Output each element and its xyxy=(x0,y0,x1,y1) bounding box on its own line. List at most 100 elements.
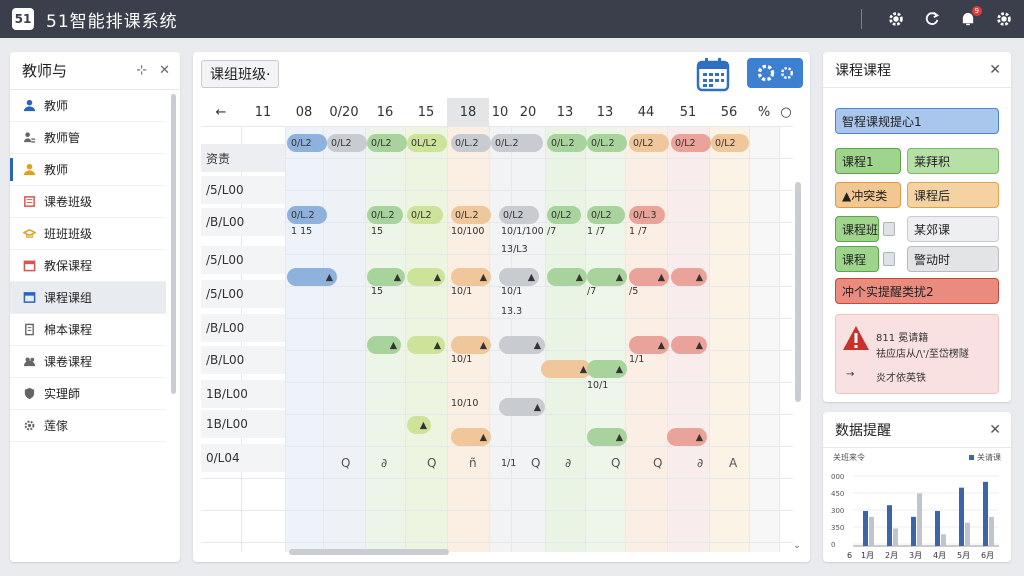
scrollbar[interactable] xyxy=(171,94,176,394)
course-chip[interactable]: ▲ xyxy=(499,398,545,416)
column-header[interactable]: 44 xyxy=(625,98,667,126)
course-chip[interactable]: ▲ xyxy=(587,428,627,446)
course-filter-button-0[interactable]: 智程课规提心1 xyxy=(835,108,999,134)
column-header[interactable]: 56 xyxy=(709,98,749,126)
column-header[interactable]: 08 xyxy=(285,98,323,126)
course-chip[interactable]: ▲ xyxy=(629,336,669,354)
column-header[interactable]: 15 xyxy=(405,98,447,126)
course-chip[interactable]: 0/L2 xyxy=(499,206,539,224)
course-chip[interactable]: ▲ xyxy=(499,268,539,286)
warning-line-3[interactable]: 炎才依英铁 xyxy=(876,369,926,384)
column-header[interactable]: 18 xyxy=(447,98,489,126)
course-chip[interactable]: ▲ xyxy=(587,268,627,286)
course-chip[interactable]: 0/L.2 xyxy=(491,134,543,152)
course-filter-button-6[interactable]: 某郊课 xyxy=(907,216,999,242)
column-header[interactable]: 11 xyxy=(241,98,285,126)
sidebar-item-9[interactable]: 实理師 xyxy=(10,378,166,410)
column-header[interactable]: 13 xyxy=(585,98,625,126)
settings-button[interactable] xyxy=(747,58,803,88)
column-header[interactable]: ← xyxy=(201,98,241,126)
refresh-icon[interactable] xyxy=(922,9,942,29)
course-chip[interactable]: ▲ xyxy=(671,336,707,354)
course-filter-button-5[interactable]: 课程班 xyxy=(835,216,879,242)
close-icon[interactable]: ✕ xyxy=(989,422,1001,438)
course-chip[interactable]: 0/L.2 xyxy=(587,134,627,152)
course-chip[interactable]: 0/L.2 xyxy=(547,134,587,152)
course-filter-button-7[interactable]: 课程 xyxy=(835,246,879,272)
grid-row-line xyxy=(201,286,793,287)
course-filter-button-4[interactable]: 课程后 xyxy=(907,182,999,208)
course-chip[interactable]: ▲ xyxy=(367,336,401,354)
bell-icon[interactable]: 9 xyxy=(958,6,982,29)
sidebar-item-2[interactable]: 教师 xyxy=(10,154,166,186)
course-chip[interactable]: ▲ xyxy=(407,336,445,354)
column-header[interactable]: ○ xyxy=(779,98,793,126)
course-chip[interactable]: 0/L2 xyxy=(327,134,367,152)
course-chip[interactable]: ▲ xyxy=(547,268,587,286)
course-chip[interactable]: 0/L.2 xyxy=(451,134,491,152)
column-header[interactable]: 20 xyxy=(511,98,545,126)
sidebar-item-5[interactable]: 教保课程 xyxy=(10,250,166,282)
course-chip[interactable]: 0/L.2 xyxy=(287,206,327,224)
course-chip[interactable]: 0/L.3 xyxy=(629,206,665,224)
course-chip[interactable]: 0/L2 xyxy=(671,134,711,152)
course-filter-button-1[interactable]: 课程1 xyxy=(835,148,901,174)
class-select[interactable]: 课组班级· xyxy=(201,60,280,88)
course-chip[interactable]: ▲ xyxy=(499,336,545,354)
column-header[interactable]: 10 xyxy=(489,98,511,126)
course-filter-button-9[interactable]: 冲个实提醒类扰2 xyxy=(835,278,999,304)
course-chip[interactable]: ▲ xyxy=(407,268,445,286)
vertical-scrollbar[interactable] xyxy=(795,182,801,402)
pin-icon[interactable]: ⊹ xyxy=(136,63,147,78)
course-chip[interactable]: ▲ xyxy=(451,428,491,446)
course-chip[interactable]: ▲ xyxy=(367,268,405,286)
warning-line-2: 祛应店从/\'/至岱楞隧 xyxy=(876,349,969,360)
sidebar-item-6[interactable]: 课程课组 xyxy=(10,282,166,314)
bottom-row-mark: Q xyxy=(341,456,351,470)
sidebar-item-1[interactable]: 教师管 xyxy=(10,122,166,154)
course-chip[interactable]: ▲ xyxy=(667,428,707,446)
course-chip[interactable]: 0/L2 xyxy=(587,206,625,224)
gear-icon xyxy=(22,419,36,433)
scroll-down-icon[interactable]: ⌄ xyxy=(793,540,801,551)
course-chip[interactable]: ▲ xyxy=(451,336,491,354)
course-chip[interactable]: ▲ xyxy=(587,360,627,378)
sidebar-item-10[interactable]: 莲傢 xyxy=(10,410,166,442)
course-chip[interactable]: 0/L2 xyxy=(629,134,669,152)
column-header[interactable]: 16 xyxy=(365,98,405,126)
horizontal-scrollbar[interactable] xyxy=(289,549,449,555)
course-chip[interactable]: 0/L2 xyxy=(547,206,581,224)
course-chip[interactable]: 0/L.2 xyxy=(367,206,403,224)
course-chip[interactable]: ▲ xyxy=(287,268,337,286)
course-chip[interactable]: ▲ xyxy=(629,268,669,286)
course-chip[interactable]: ▲ xyxy=(541,360,591,378)
calendar-icon[interactable] xyxy=(696,56,730,92)
course-chip[interactable]: 0/L2 xyxy=(407,206,443,224)
course-chip[interactable]: 0/L2 xyxy=(367,134,407,152)
sidebar-item-8[interactable]: 课卷课程 xyxy=(10,346,166,378)
close-icon[interactable]: ✕ xyxy=(159,63,170,78)
course-filter-button-3[interactable]: ▲冲突类 xyxy=(835,182,901,208)
column-header[interactable]: % xyxy=(749,98,779,126)
time-row-label: /5/L00 xyxy=(201,280,285,308)
column-header[interactable]: 51 xyxy=(667,98,709,126)
course-chip[interactable]: ▲ xyxy=(671,268,707,286)
course-filter-button-2[interactable]: 莱拜积 xyxy=(907,148,999,174)
course-chip[interactable]: 0/L2 xyxy=(287,134,327,152)
column-header[interactable]: 13 xyxy=(545,98,585,126)
gear-icon[interactable] xyxy=(994,9,1014,29)
course-chip[interactable]: ▲ xyxy=(407,416,431,434)
close-icon[interactable]: ✕ xyxy=(989,62,1001,78)
sidebar-item-7[interactable]: 棉本课程 xyxy=(10,314,166,346)
course-filter-button-8[interactable]: 警动时 xyxy=(907,246,999,272)
settings-gear-icon[interactable] xyxy=(886,9,906,29)
sidebar-item-4[interactable]: 班班班级 xyxy=(10,218,166,250)
course-chip[interactable]: 0L/L2 xyxy=(407,134,447,152)
column-header[interactable]: 0/20 xyxy=(323,98,365,126)
course-chip[interactable]: 0/L2 xyxy=(711,134,749,152)
cell-text: 15 xyxy=(371,286,384,297)
course-chip[interactable]: 0/L.2 xyxy=(451,206,491,224)
course-chip[interactable]: ▲ xyxy=(451,268,491,286)
sidebar-item-3[interactable]: 课卷班级 xyxy=(10,186,166,218)
sidebar-item-0[interactable]: 教师 xyxy=(10,90,166,122)
